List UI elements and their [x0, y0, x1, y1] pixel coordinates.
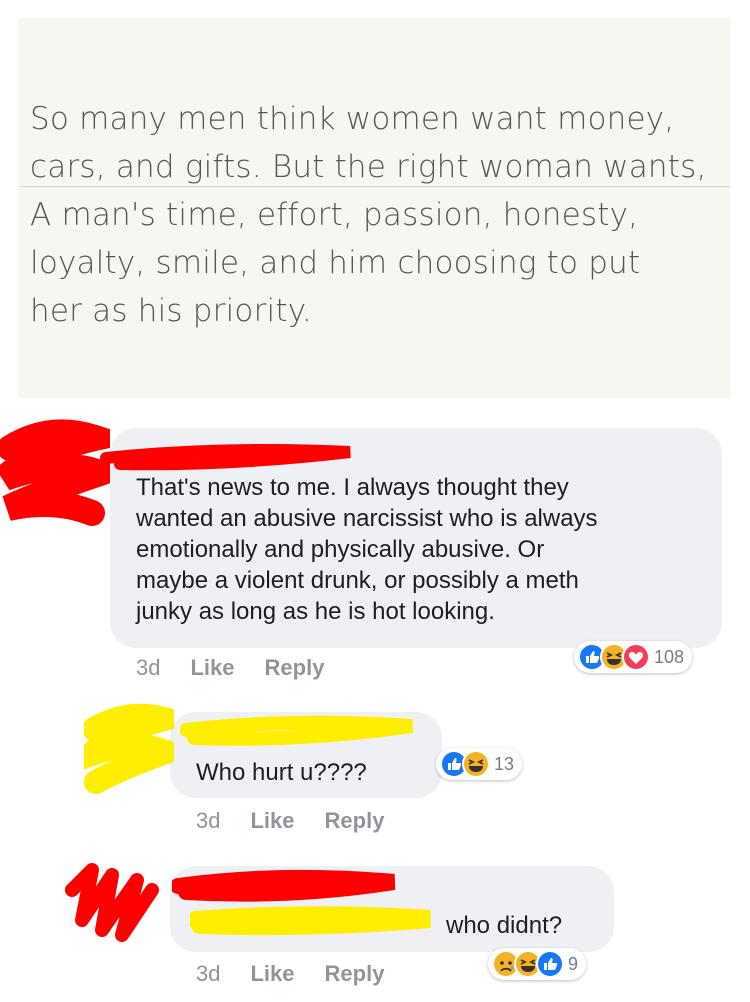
reaction-count: 108 [654, 646, 685, 667]
like-button[interactable]: Like [250, 808, 294, 834]
reply-actions: 3d Like Reply [196, 961, 414, 987]
reply-button[interactable]: Reply [265, 655, 325, 681]
like-icon [536, 950, 564, 978]
reply-button[interactable]: Reply [325, 961, 385, 987]
reaction-count: 9 [568, 953, 579, 974]
comment-line: junky as long as he is hot looking. [136, 598, 495, 625]
like-button[interactable]: Like [190, 655, 234, 681]
comment-line: That's news to me. I always thought they [136, 474, 569, 501]
reply-text: who didnt? [446, 912, 563, 939]
comment-actions: 3d Like Reply [136, 655, 354, 681]
comment-line: emotionally and physically abusive. Or [136, 536, 545, 563]
reply-button[interactable]: Reply [325, 808, 385, 834]
comment-text: That's news to me. I always thought they… [136, 472, 716, 627]
comment-age[interactable]: 3d [136, 655, 160, 681]
reply-actions: 3d Like Reply [196, 808, 414, 834]
reply-age[interactable]: 3d [196, 808, 220, 834]
quote-line: A man's time, effort, passion, honesty, [30, 197, 639, 233]
reactions-summary[interactable]: 13 [436, 748, 523, 780]
comment-line: maybe a violent drunk, or possibly a met… [136, 567, 579, 594]
name-redaction [180, 715, 413, 746]
quote-line: loyalty, smile, and him choosing to put [30, 245, 641, 281]
reply-age[interactable]: 3d [196, 961, 220, 987]
name-redaction [172, 869, 396, 902]
quote-line: cars, and gifts. But the right woman wan… [30, 149, 707, 185]
love-icon [622, 643, 650, 671]
reactions-summary[interactable]: 9 [488, 948, 587, 980]
avatar-redaction [65, 863, 159, 942]
avatar-redaction [84, 704, 174, 794]
reaction-count: 13 [494, 753, 515, 774]
quote-line: her as his priority. [30, 293, 312, 329]
reactions-summary[interactable]: 108 [574, 641, 693, 673]
quote-text: So many men think women want money, cars… [30, 95, 720, 335]
text-redaction [190, 906, 431, 936]
haha-icon [462, 750, 490, 778]
avatar-redaction [0, 419, 110, 526]
comment-line: wanted an abusive narcissist who is alwa… [136, 505, 598, 532]
like-button[interactable]: Like [250, 961, 294, 987]
quote-line: So many men think women want money, [30, 101, 675, 137]
reply-text: Who hurt u???? [196, 759, 367, 786]
